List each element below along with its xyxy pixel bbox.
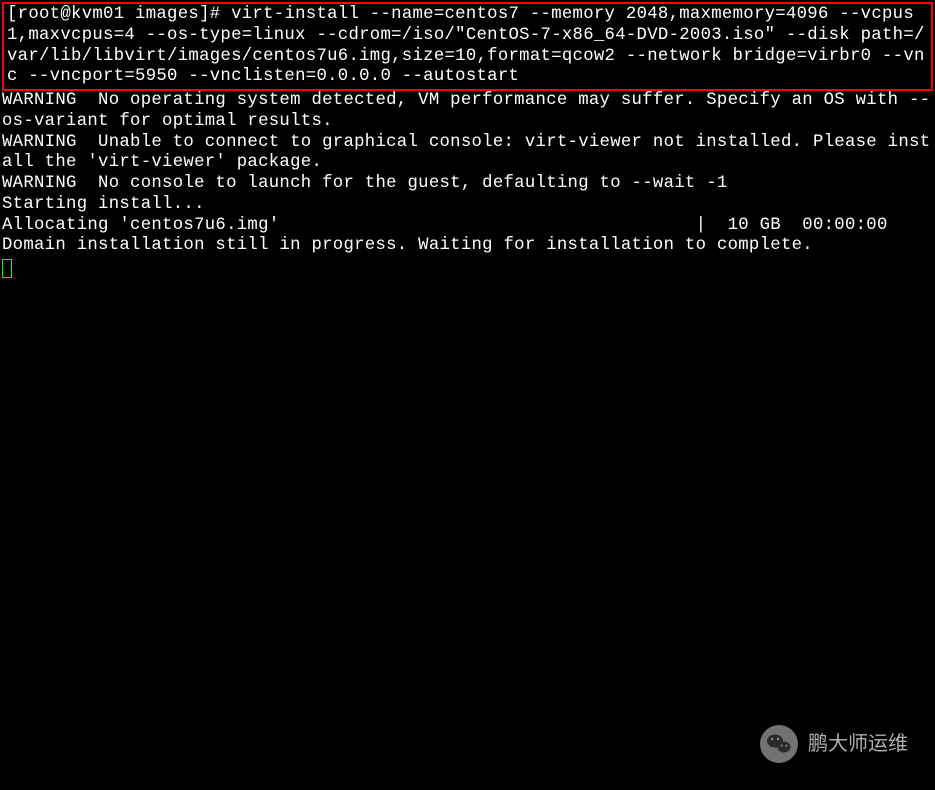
watermark-text: 鹏大师运维 (808, 732, 908, 756)
wechat-icon (760, 725, 798, 763)
command-line: [root@kvm01 images]# virt-install --name… (7, 5, 928, 88)
starting-install-line: Starting install... (2, 195, 933, 216)
cursor-line (2, 257, 933, 278)
highlighted-command-box: [root@kvm01 images]# virt-install --name… (2, 2, 933, 91)
allocating-line: Allocating 'centos7u6.img' | 10 GB 00:00… (2, 216, 933, 237)
warning-line-2: WARNING Unable to connect to graphical c… (2, 133, 933, 175)
watermark: 鹏大师运维 (760, 725, 908, 763)
terminal-cursor (2, 259, 12, 278)
warning-line-3: WARNING No console to launch for the gue… (2, 174, 933, 195)
domain-progress-line: Domain installation still in progress. W… (2, 236, 933, 257)
shell-prompt: [root@kvm01 images]# (7, 5, 231, 24)
terminal-window[interactable]: [root@kvm01 images]# virt-install --name… (2, 2, 933, 788)
warning-line-1: WARNING No operating system detected, VM… (2, 91, 933, 133)
